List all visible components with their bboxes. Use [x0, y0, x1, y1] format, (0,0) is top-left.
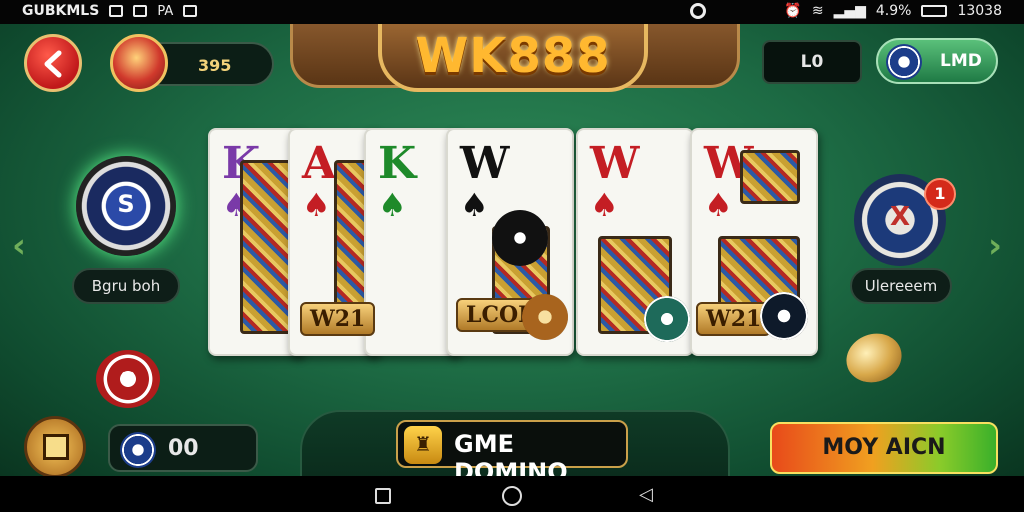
card-rank: A — [302, 138, 337, 189]
action-button[interactable]: MOY AICN — [770, 422, 998, 474]
wifi-icon: ≋ — [811, 3, 824, 19]
spade-icon: ♠ — [704, 186, 733, 224]
carrier-label: GUBKMLS — [22, 3, 100, 19]
poker-chip-icon — [492, 210, 548, 266]
system-nav-bar: ◁ — [0, 476, 1024, 512]
home-icon[interactable] — [502, 486, 522, 506]
back-button[interactable] — [24, 34, 82, 92]
s-chip-button[interactable]: S — [76, 156, 176, 256]
spade-icon: ♠ — [378, 186, 407, 224]
card-tag: W21 — [300, 302, 376, 336]
battery-percent: 4.9% — [875, 3, 912, 19]
poker-chip-icon — [522, 294, 568, 340]
chip-balance-value: 00 — [168, 436, 199, 461]
game-domino-button[interactable]: ♜ GME DOMINO — [396, 420, 628, 476]
card-rank: W — [590, 138, 640, 189]
card-artwork — [740, 150, 800, 204]
stats-button[interactable] — [24, 416, 86, 476]
pa-icon: PA — [157, 3, 174, 19]
chip-balance-pill: 00 — [108, 424, 258, 472]
gold-coin-icon — [839, 326, 909, 390]
image-icon — [109, 5, 124, 17]
chart-icon — [43, 434, 69, 460]
signal-icon: ▂▄▆ — [833, 3, 866, 19]
domino-icon: ♜ — [404, 426, 442, 464]
photo-icon — [183, 5, 198, 17]
lmd-button[interactable]: LMD — [876, 38, 998, 84]
right-chip-label: Ulereeem — [850, 268, 952, 304]
poker-chip-icon — [120, 432, 156, 468]
back-triangle-icon[interactable]: ◁ — [639, 484, 653, 505]
recent-apps-icon[interactable] — [375, 488, 391, 504]
card-rank: W — [460, 138, 510, 189]
alarm-icon: ⏰ — [784, 3, 802, 19]
s-chip-symbol: S — [117, 190, 135, 218]
status-center-icon — [690, 3, 706, 23]
lmd-label: LMD — [940, 51, 982, 71]
gallery-icon — [133, 5, 148, 17]
chevron-left-icon — [44, 50, 62, 78]
prev-arrow-icon[interactable]: ‹ — [12, 226, 26, 266]
app-logo: WK888 — [415, 28, 611, 84]
card-artwork — [240, 160, 292, 334]
next-arrow-icon[interactable]: › — [988, 226, 1002, 266]
clock: 13038 — [957, 3, 1002, 19]
card-rank: K — [378, 138, 417, 189]
poker-chip-icon — [886, 44, 922, 80]
poker-chip-icon — [644, 296, 690, 342]
coin-icon — [110, 34, 168, 92]
spade-icon: ♠ — [460, 186, 489, 224]
coin-balance-value: 395 — [198, 56, 232, 75]
left-chip-label: Bgru boh — [72, 268, 180, 304]
notification-badge: 1 — [924, 178, 956, 210]
status-bar: GUBKMLS PA ⏰ ≋ ▂▄▆ 4.9% 13038 — [0, 0, 1024, 24]
level-pill[interactable]: L0 — [762, 40, 862, 84]
poker-chip-icon — [760, 292, 808, 340]
spade-icon: ♠ — [302, 186, 331, 224]
game-table: 395 WK888 L0 LMD ‹ › S Bgru boh X 1 Uler… — [0, 24, 1024, 476]
spade-icon: ♠ — [590, 186, 619, 224]
game-domino-label: GME DOMINO — [454, 430, 568, 476]
battery-icon — [921, 5, 948, 17]
red-chip-icon: ✕ — [96, 350, 160, 408]
